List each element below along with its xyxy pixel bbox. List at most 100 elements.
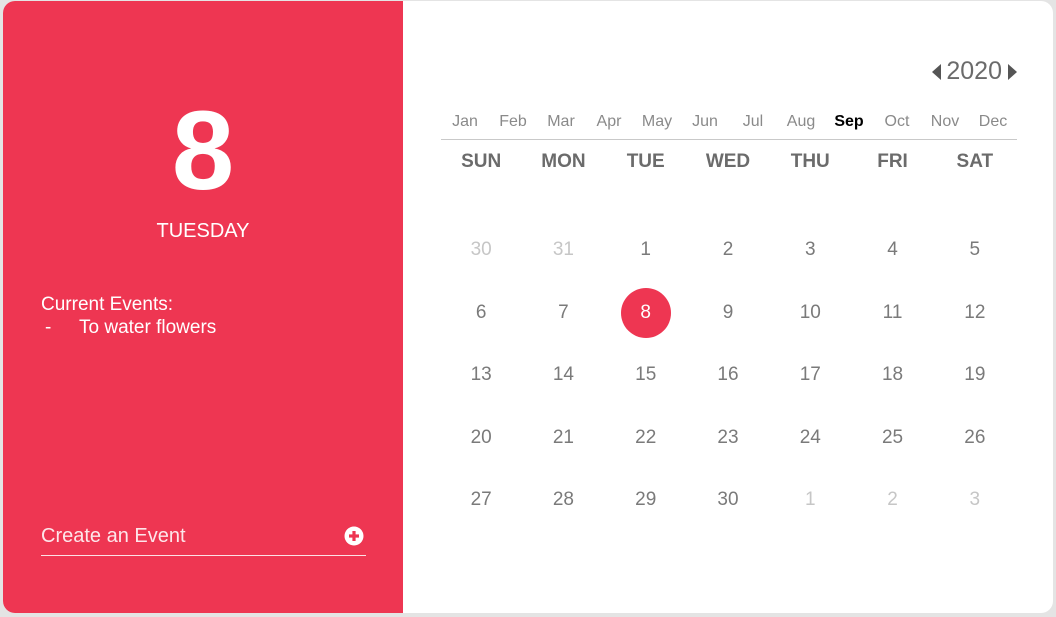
day-number: 5 (969, 239, 981, 261)
day-number: 7 (558, 301, 569, 323)
day-cell[interactable]: 14 (522, 344, 604, 407)
year-navigator: 2020 (932, 57, 1017, 86)
month-jul[interactable]: Jul (729, 113, 777, 131)
day-number: 15 (635, 364, 657, 386)
weekday-sat: SAT (956, 151, 994, 172)
day-cell[interactable]: 11 (851, 282, 933, 345)
weekday-wed: WED (705, 151, 751, 172)
day-cell[interactable]: 30 (687, 469, 769, 532)
day-number: 1 (640, 239, 651, 261)
weekday-tue: TUE (626, 151, 665, 172)
day-cell[interactable]: 4 (851, 219, 933, 282)
day-number: 17 (799, 364, 821, 386)
events-heading: Current Events: (41, 294, 173, 315)
weekday-fri: FRI (877, 151, 908, 172)
day-number: 28 (552, 489, 574, 511)
day-cell[interactable]: 22 (605, 407, 687, 470)
month-jan[interactable]: Jan (441, 113, 489, 131)
week-row: 6 7 8 9 10 11 12 (440, 282, 1016, 345)
current-events: Current Events: - To water flowers (41, 293, 216, 339)
plus-circle-icon[interactable] (344, 526, 364, 546)
day-cell[interactable]: 12 (934, 282, 1016, 345)
day-cell[interactable]: 19 (934, 344, 1016, 407)
day-number: 4 (887, 239, 898, 261)
day-number: 29 (635, 489, 657, 511)
month-sep[interactable]: Sep (825, 113, 873, 131)
day-cell[interactable]: 7 (522, 282, 604, 345)
day-number: 9 (722, 301, 734, 323)
caret-right-icon[interactable] (1008, 63, 1017, 80)
day-number: 24 (799, 426, 821, 448)
day-cell[interactable]: 1 (769, 469, 851, 532)
event-bullet: - (45, 317, 52, 338)
day-cell[interactable]: 9 (687, 282, 769, 345)
month-oct[interactable]: Oct (873, 113, 921, 131)
day-cell[interactable]: 17 (769, 344, 851, 407)
month-feb[interactable]: Feb (489, 113, 537, 131)
day-cell[interactable]: 3 (934, 469, 1016, 532)
day-cell[interactable]: 13 (440, 344, 522, 407)
calendar-card: 8 TUESDAY Current Events: - To water flow… (3, 1, 1053, 613)
weekday-header: SUN MON TUE WED THU FRI SAT (440, 151, 1016, 173)
day-number: 22 (635, 426, 657, 448)
day-number: 27 (470, 489, 492, 511)
day-cell[interactable]: 2 (687, 219, 769, 282)
create-event-input[interactable] (41, 524, 321, 548)
day-number: 8 (620, 287, 671, 338)
day-cell[interactable]: 1 (605, 219, 687, 282)
selected-date-panel: 8 TUESDAY Current Events: - To water flow… (3, 1, 403, 613)
day-number: 16 (717, 364, 739, 386)
day-number: 21 (552, 426, 574, 448)
day-cell[interactable]: 6 (440, 282, 522, 345)
month-mar[interactable]: Mar (537, 113, 585, 131)
weekday-sun: SUN (461, 151, 502, 172)
day-cell[interactable]: 15 (605, 344, 687, 407)
month-apr[interactable]: Apr (585, 113, 633, 131)
day-cell[interactable]: 2 (851, 469, 933, 532)
day-cell[interactable]: 21 (522, 407, 604, 470)
day-cell[interactable]: 3 (769, 219, 851, 282)
day-number: 26 (964, 426, 986, 448)
day-cell[interactable]: 30 (440, 219, 522, 282)
month-jun[interactable]: Jun (681, 113, 729, 131)
day-number: 18 (881, 364, 904, 386)
day-cell[interactable]: 25 (851, 407, 933, 470)
month-may[interactable]: May (633, 113, 681, 131)
day-cell[interactable]: 27 (440, 469, 522, 532)
event-item: - To water flowers (41, 316, 216, 339)
day-number: 31 (552, 239, 574, 261)
month-selector: Jan Feb Mar Apr May Jun Jul Aug Sep Oct Nov Dec (441, 113, 1017, 140)
day-number: 2 (887, 489, 898, 511)
day-number: 10 (799, 301, 821, 323)
selected-day-number: 8 (171, 88, 235, 213)
day-cell[interactable]: 23 (687, 407, 769, 470)
day-cell-selected[interactable]: 8 (605, 282, 687, 345)
day-cell[interactable]: 18 (851, 344, 933, 407)
day-grid: 30 31 1 2 3 4 5 6 7 8 9 10 11 12 13 14 15 16 17 18 19 20 21 22 2… (440, 219, 1016, 532)
day-cell[interactable]: 24 (769, 407, 851, 470)
day-cell[interactable]: 20 (440, 407, 522, 470)
day-cell[interactable]: 29 (605, 469, 687, 532)
calendar-panel: 2020 Jan Feb Mar Apr May Jun Jul Aug Sep Oct Nov De… (403, 1, 1053, 613)
day-cell[interactable]: 28 (522, 469, 604, 532)
caret-left-icon[interactable] (932, 63, 942, 80)
day-number: 6 (475, 301, 487, 323)
month-aug[interactable]: Aug (777, 113, 825, 131)
day-number: 13 (470, 364, 492, 386)
day-number: 19 (964, 364, 986, 386)
day-cell[interactable]: 16 (687, 344, 769, 407)
week-row: 13 14 15 16 17 18 19 (440, 344, 1016, 407)
day-cell[interactable]: 10 (769, 282, 851, 345)
month-nov[interactable]: Nov (921, 113, 969, 131)
weekday-mon: MON (541, 151, 586, 172)
week-row: 27 28 29 30 1 2 3 (440, 469, 1016, 532)
month-dec[interactable]: Dec (969, 113, 1017, 131)
create-event-field (41, 517, 366, 556)
week-row: 20 21 22 23 24 25 26 (440, 407, 1016, 470)
day-number: 3 (804, 239, 816, 261)
day-number: 20 (470, 426, 492, 448)
event-list: - To water flowers (41, 316, 216, 339)
day-cell[interactable]: 5 (934, 219, 1016, 282)
day-cell[interactable]: 26 (934, 407, 1016, 470)
day-cell[interactable]: 31 (522, 219, 604, 282)
